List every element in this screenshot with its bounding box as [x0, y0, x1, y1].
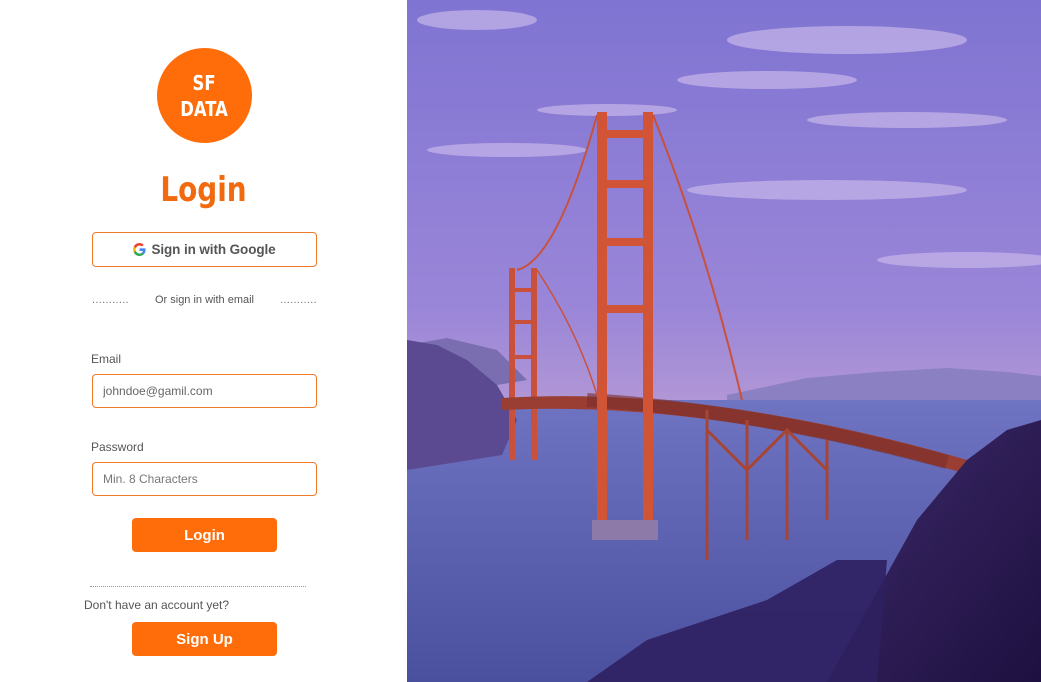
google-button-label: Sign in with Google [151, 242, 276, 257]
logo-line-2: DATA [180, 96, 229, 121]
google-sign-in-button[interactable]: Sign in with Google [92, 232, 317, 267]
golden-gate-bridge-photo [407, 0, 1041, 682]
email-label: Email [91, 352, 122, 366]
email-divider: ........... Or sign in with email ......… [92, 292, 317, 308]
signup-divider [90, 586, 306, 587]
page-title: Login [160, 170, 247, 210]
sign-up-button[interactable]: Sign Up [132, 622, 277, 656]
login-panel: SF DATA Login Sign in with Google ......… [0, 0, 407, 682]
email-input[interactable] [92, 374, 317, 408]
signup-prompt: Don't have an account yet? [84, 598, 230, 612]
divider-text: Or sign in with email [154, 294, 255, 306]
password-input[interactable] [92, 462, 317, 496]
logo-line-1: SF [192, 70, 217, 95]
sf-data-logo: SF DATA [157, 48, 252, 143]
google-icon [133, 243, 147, 256]
bridge-illustration [407, 0, 1041, 682]
password-label: Password [91, 440, 144, 454]
divider-dots-right: ........... [280, 294, 317, 306]
divider-dots-left: ........... [92, 294, 129, 306]
login-button[interactable]: Login [132, 518, 277, 552]
